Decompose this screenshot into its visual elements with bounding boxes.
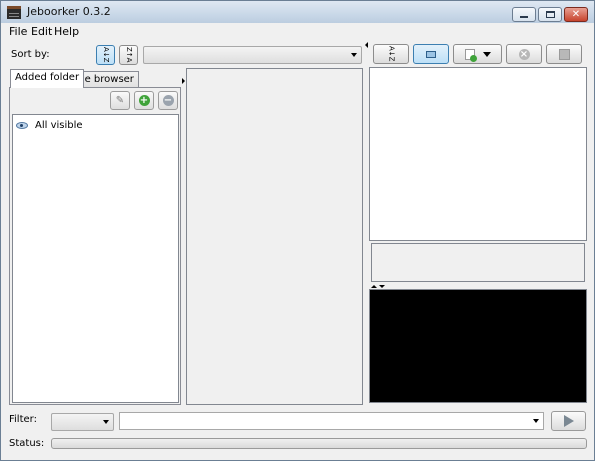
app-icon: [7, 6, 21, 19]
view-mode-button[interactable]: [413, 44, 449, 64]
delete-metadata-button[interactable]: ×: [506, 44, 542, 64]
sort-field-dropdown[interactable]: [143, 46, 362, 64]
menu-file[interactable]: File: [9, 25, 27, 38]
collapse-down-arrow-icon[interactable]: [379, 285, 385, 288]
add-folder-button[interactable]: +: [134, 91, 154, 110]
ebook-list[interactable]: [186, 68, 363, 405]
menu-help[interactable]: Help: [54, 25, 79, 38]
status-label: Status:: [9, 438, 45, 449]
collapse-right-arrow-icon[interactable]: [182, 78, 185, 84]
view-mode-icon: [426, 50, 436, 58]
sort-descending-icon: A↓Z: [102, 47, 110, 63]
delete-icon: ×: [518, 48, 530, 60]
menu-edit[interactable]: Edit: [31, 25, 52, 38]
maximize-button[interactable]: [538, 7, 562, 22]
sort-descending-button[interactable]: A↓Z: [96, 45, 115, 65]
metadata-description-panel[interactable]: [371, 243, 585, 282]
folder-item-all-visible[interactable]: All visible: [35, 120, 83, 131]
folder-tree: [12, 114, 179, 403]
play-icon: [563, 415, 574, 427]
eye-icon: [16, 122, 28, 129]
edit-folder-button[interactable]: ✎: [110, 91, 130, 110]
filter-input[interactable]: [119, 412, 544, 430]
collapse-up-arrow-icon[interactable]: [371, 285, 377, 288]
metadata-properties-panel[interactable]: [369, 67, 587, 241]
sort-ascending-button[interactable]: Z↑A: [119, 45, 138, 65]
chevron-down-icon: [533, 419, 539, 423]
chevron-down-icon: [351, 53, 357, 57]
sort-ascending-icon: Z↑A: [125, 47, 133, 63]
minimize-icon: [520, 15, 528, 18]
minimize-button[interactable]: [512, 7, 536, 22]
main-window: Jeboorker 0.3.2 ✕ File Edit Help Sort by…: [0, 0, 595, 461]
remove-icon: −: [162, 95, 174, 106]
title-bar[interactable]: Jeboorker 0.3.2 ✕: [1, 1, 594, 23]
add-icon: +: [138, 95, 150, 106]
save-icon: [558, 48, 570, 60]
save-metadata-button[interactable]: [546, 44, 582, 64]
remove-folder-button[interactable]: −: [158, 91, 178, 110]
cover-preview: [369, 289, 587, 403]
status-progress-bar: [51, 438, 587, 449]
filter-field-dropdown[interactable]: [51, 413, 114, 431]
sort-label: Sort by:: [11, 49, 50, 60]
apply-filter-button[interactable]: [551, 411, 586, 431]
sort-icon: A↓Z: [387, 46, 396, 62]
folder-tool-icon: ✎: [115, 95, 125, 106]
window-title: Jeboorker 0.3.2: [27, 5, 111, 18]
close-icon: ✕: [571, 9, 581, 20]
add-metadata-button[interactable]: [453, 44, 502, 64]
close-button[interactable]: ✕: [564, 7, 588, 22]
filter-label: Filter:: [9, 414, 37, 425]
add-metadata-icon: [464, 48, 477, 62]
chevron-down-icon: [482, 51, 491, 57]
chevron-down-icon: [103, 420, 109, 424]
collapse-left-arrow-icon[interactable]: [365, 42, 368, 48]
metadata-sort-button[interactable]: A↓Z: [373, 44, 409, 64]
menu-bar: File Edit Help: [1, 23, 594, 39]
maximize-icon: [545, 11, 555, 18]
tab-added-folder[interactable]: Added folder: [10, 69, 85, 88]
